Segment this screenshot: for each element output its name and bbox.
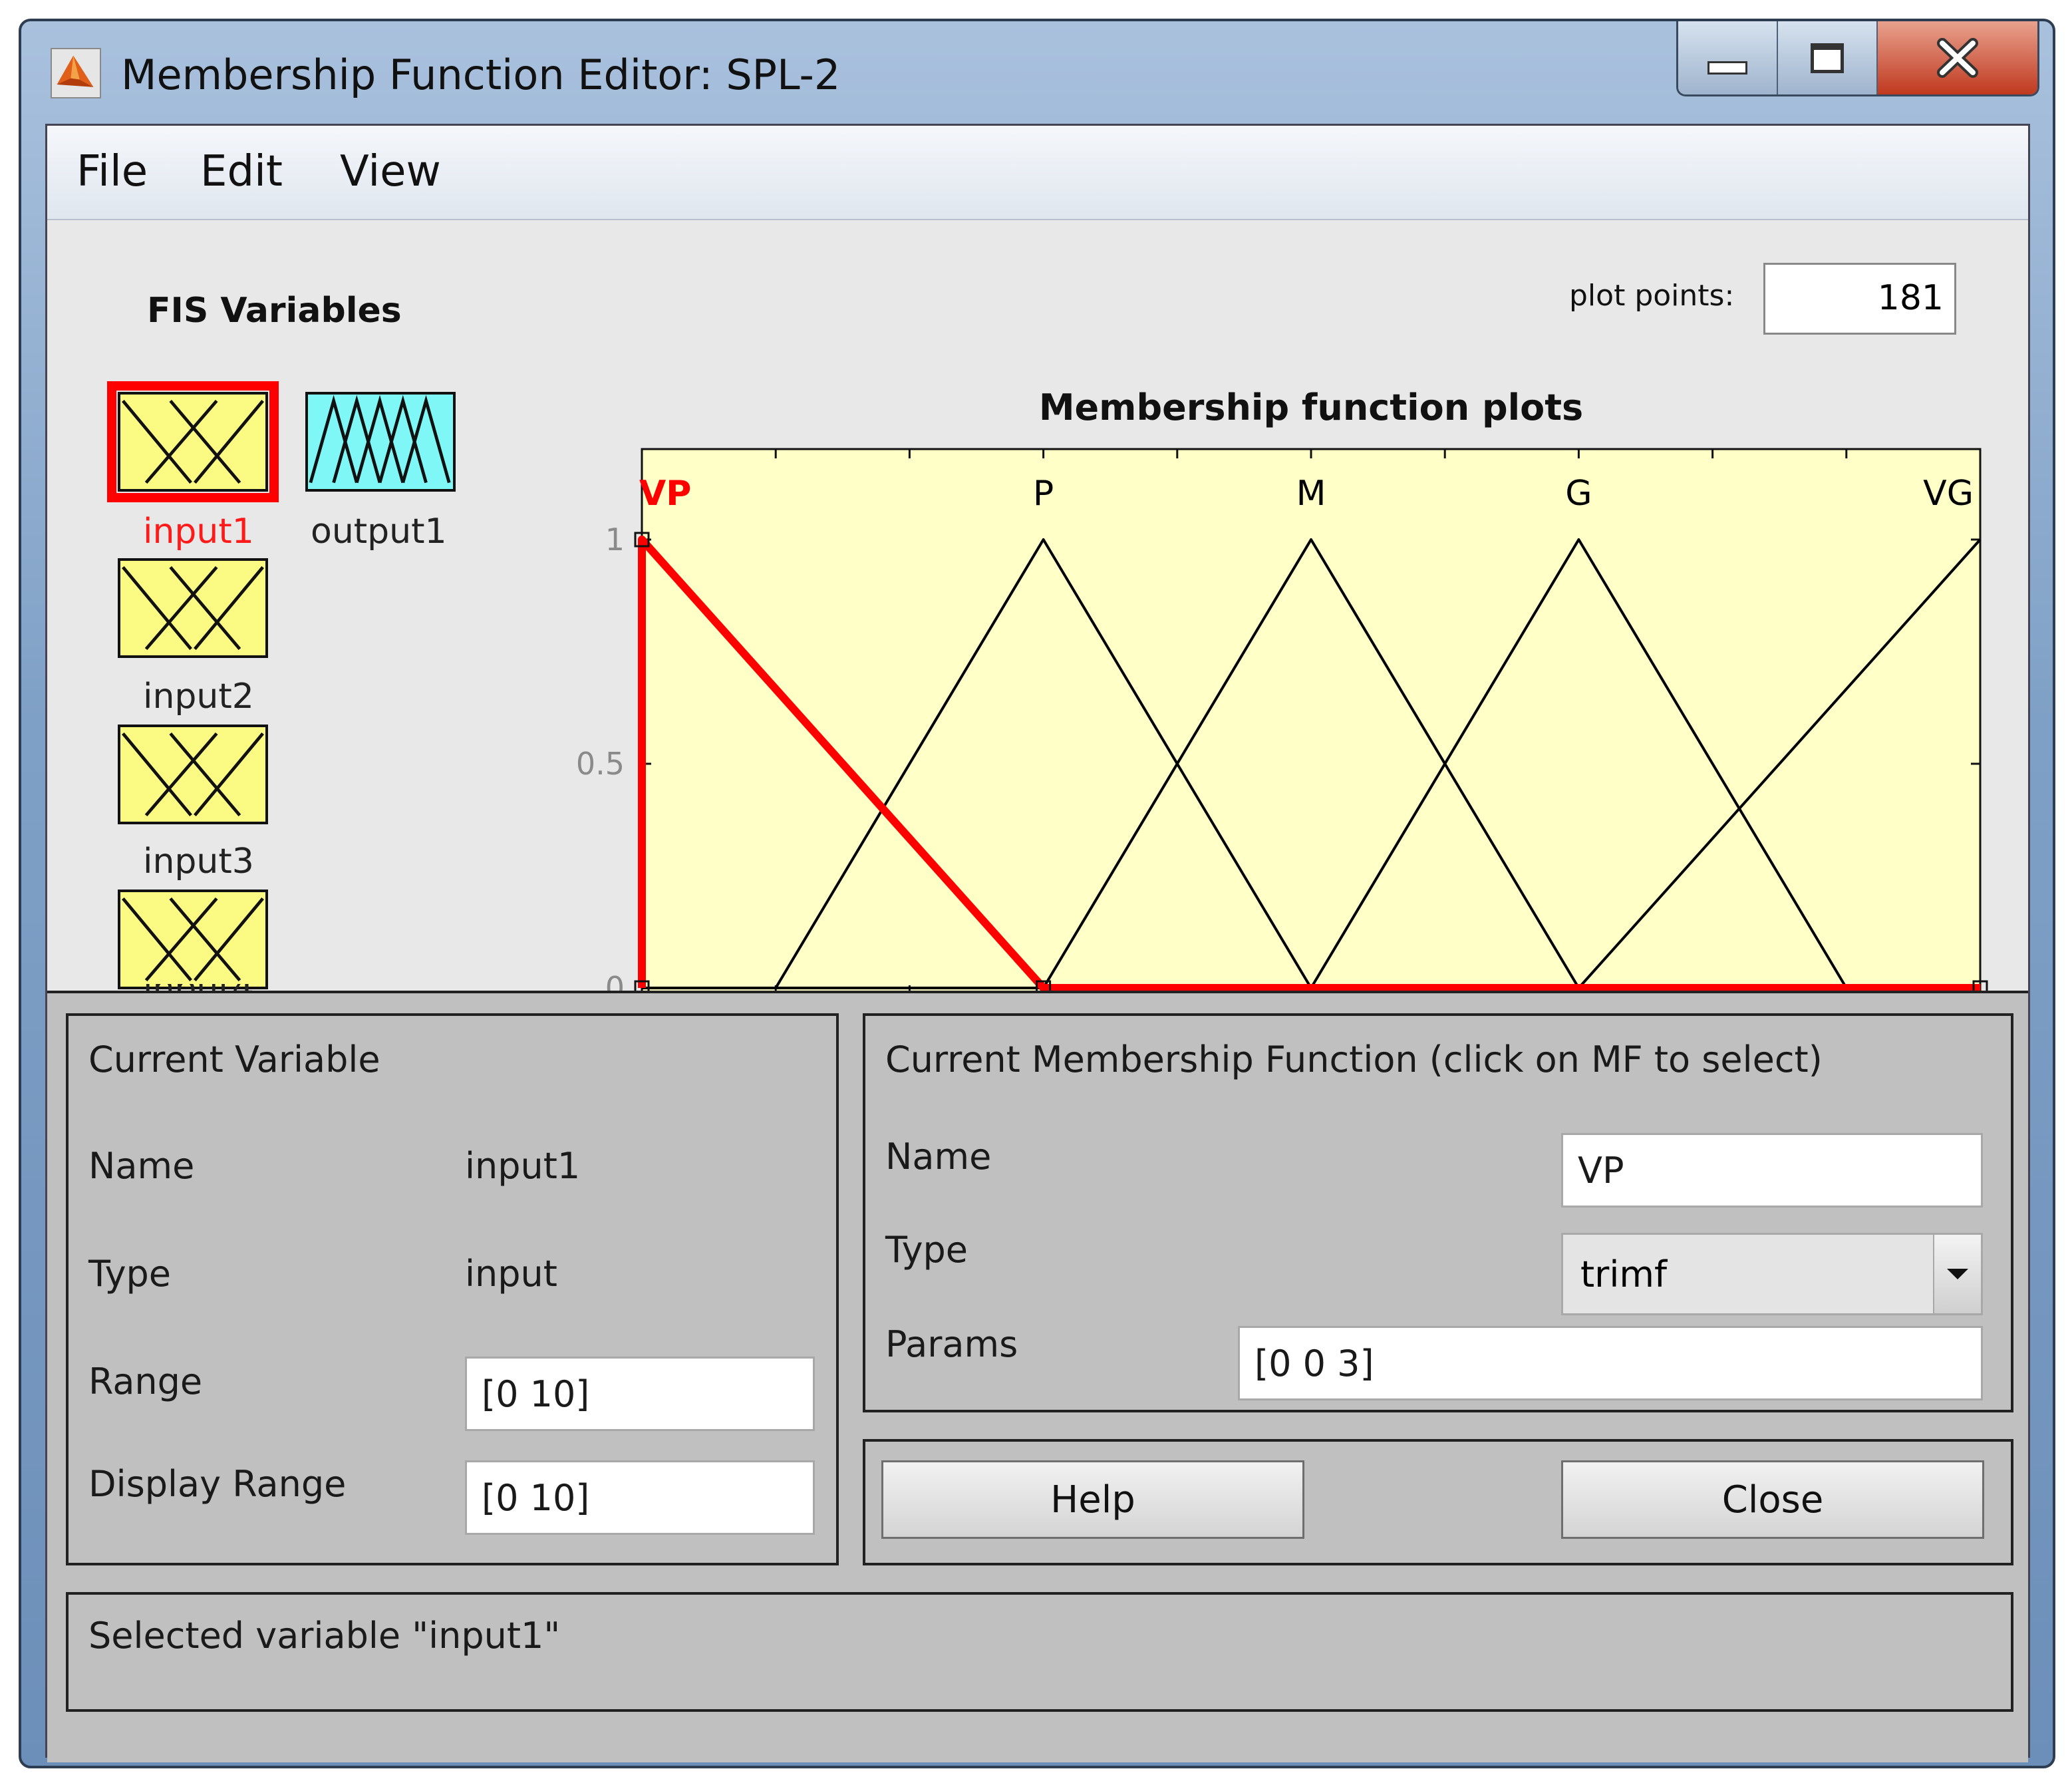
variable-name-label: Name bbox=[88, 1145, 195, 1187]
variable-label-input1: input1 bbox=[143, 512, 254, 552]
plot-area bbox=[641, 448, 1982, 996]
maximize-button[interactable] bbox=[1778, 21, 1878, 94]
fis-variables-title: FIS Variables bbox=[147, 291, 402, 331]
plot-points-label: plot points: bbox=[1569, 279, 1735, 313]
mf-label-vg: VG bbox=[1923, 474, 1974, 514]
variable-icon-output1[interactable] bbox=[305, 392, 456, 492]
status-text: Selected variable "input1" bbox=[88, 1615, 561, 1657]
variable-icon-input3[interactable] bbox=[118, 725, 268, 824]
lower-panel: Current Variable Name input1 Type input … bbox=[47, 991, 2028, 1762]
current-variable-title: Current Variable bbox=[88, 1039, 380, 1080]
mf-params-input[interactable]: [0 0 3] bbox=[1238, 1326, 1983, 1400]
mf-type-value: trimf bbox=[1580, 1253, 1667, 1295]
variable-label-input3: input3 bbox=[143, 842, 254, 882]
display-range-label: Display Range bbox=[88, 1463, 347, 1505]
current-mf-panel: Current Membership Function (click on MF… bbox=[863, 1013, 2013, 1412]
display-range-input[interactable]: [0 10] bbox=[465, 1460, 815, 1535]
menu-bar: File Edit View bbox=[47, 126, 2028, 220]
plot-points-input[interactable]: 181 bbox=[1763, 263, 1956, 335]
window-title: Membership Function Editor: SPL-2 bbox=[121, 51, 841, 99]
mf-name-label: Name bbox=[885, 1136, 992, 1178]
mf-label-p: P bbox=[1033, 474, 1054, 514]
editor-client-area: File Edit View FIS Variables input1 outp… bbox=[45, 124, 2030, 1762]
variable-icon-input2[interactable] bbox=[118, 558, 268, 658]
variable-label-input4-clip: input4 bbox=[118, 984, 317, 991]
range-input[interactable]: [0 10] bbox=[465, 1357, 815, 1431]
minimize-button[interactable] bbox=[1678, 21, 1778, 94]
variable-label-input2: input2 bbox=[143, 677, 254, 717]
mf-label-m: M bbox=[1296, 474, 1326, 514]
mf-type-label: Type bbox=[885, 1229, 968, 1271]
close-window-button[interactable] bbox=[1878, 21, 2037, 94]
y-tick-label: 0.5 bbox=[576, 746, 625, 782]
variable-icon-input4[interactable] bbox=[118, 890, 268, 989]
close-icon bbox=[1937, 38, 1978, 78]
mf-label-vp: VP bbox=[639, 474, 691, 514]
range-label: Range bbox=[88, 1361, 203, 1402]
menu-view[interactable]: View bbox=[340, 147, 441, 196]
current-variable-panel: Current Variable Name input1 Type input … bbox=[66, 1013, 839, 1565]
y-tick-label: 1 bbox=[605, 522, 625, 558]
menu-edit[interactable]: Edit bbox=[200, 147, 283, 196]
button-panel: Help Close bbox=[863, 1439, 2013, 1565]
maximize-icon bbox=[1811, 43, 1844, 73]
mf-params-label: Params bbox=[885, 1323, 1018, 1365]
mf-editor-window: Membership Function Editor: SPL-2 File E… bbox=[19, 19, 2055, 1768]
minimize-icon bbox=[1707, 61, 1747, 75]
variable-name-value: input1 bbox=[465, 1145, 581, 1187]
current-mf-title: Current Membership Function (click on MF… bbox=[885, 1039, 1823, 1080]
variable-type-value: input bbox=[465, 1253, 557, 1295]
close-button[interactable]: Close bbox=[1561, 1460, 1984, 1539]
status-panel: Selected variable "input1" bbox=[66, 1592, 2013, 1712]
variable-label-input4: input4 bbox=[143, 984, 317, 991]
menu-file[interactable]: File bbox=[76, 147, 148, 196]
variable-type-label: Type bbox=[88, 1253, 172, 1295]
title-bar[interactable]: Membership Function Editor: SPL-2 bbox=[21, 21, 2053, 121]
matlab-icon bbox=[51, 48, 101, 98]
mf-label-g: G bbox=[1565, 474, 1592, 514]
mf-type-select[interactable]: trimf bbox=[1561, 1233, 1983, 1315]
plot-title: Membership function plots bbox=[1039, 387, 1583, 428]
mf-name-input[interactable]: VP bbox=[1561, 1133, 1983, 1208]
variable-label-output1: output1 bbox=[311, 512, 447, 552]
variable-icon-input1[interactable] bbox=[107, 381, 279, 502]
window-controls bbox=[1676, 21, 2039, 96]
help-button[interactable]: Help bbox=[881, 1460, 1304, 1539]
chevron-down-icon[interactable] bbox=[1933, 1235, 1981, 1313]
